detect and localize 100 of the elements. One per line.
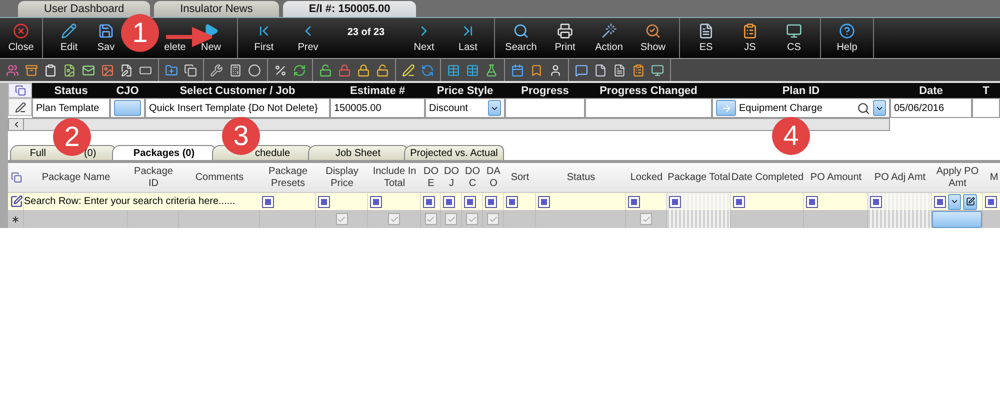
- document-icon[interactable]: [594, 64, 607, 76]
- toolbar-button[interactable]: Help: [825, 18, 869, 58]
- toolbar-button[interactable]: Print: [543, 18, 587, 58]
- filter-field[interactable]: [260, 193, 316, 210]
- monitor-icon[interactable]: [651, 64, 664, 76]
- filter-field[interactable]: [368, 193, 421, 210]
- filter-icon[interactable]: [870, 196, 882, 208]
- text-field[interactable]: Quick Insert Template {Do Not Delete}: [145, 98, 330, 118]
- calendar-icon[interactable]: [511, 64, 524, 76]
- dropdown-button[interactable]: [873, 100, 886, 116]
- filter-icon[interactable]: [423, 196, 435, 208]
- filter-field[interactable]: [932, 193, 983, 210]
- text-field[interactable]: [585, 98, 712, 118]
- clipboard-icon[interactable]: [632, 64, 645, 76]
- filter-field[interactable]: [626, 193, 667, 210]
- edit-button[interactable]: [963, 194, 977, 210]
- filter-icon[interactable]: [443, 196, 455, 208]
- table-icon[interactable]: [447, 64, 460, 76]
- document-tab[interactable]: E/I #: 150005.00: [282, 1, 416, 17]
- person-icon[interactable]: [549, 64, 562, 76]
- column-chooser-icon[interactable]: [10, 172, 22, 183]
- flask-icon[interactable]: [485, 64, 498, 76]
- dropdown-field[interactable]: Discount: [425, 98, 505, 118]
- edit-document-icon[interactable]: [120, 64, 133, 76]
- text-field[interactable]: 05/06/2016: [890, 98, 972, 118]
- image-icon[interactable]: [101, 64, 114, 76]
- note-icon[interactable]: [575, 64, 588, 76]
- filter-field[interactable]: [316, 193, 368, 210]
- filter-icon[interactable]: [985, 196, 997, 208]
- filter-icon[interactable]: [262, 196, 274, 208]
- calculator-icon[interactable]: [229, 64, 242, 76]
- search-row-hint[interactable]: Search Row: Enter your search criteria here......: [24, 193, 260, 210]
- filter-icon[interactable]: [506, 196, 518, 208]
- document-tab[interactable]: User Dashboard: [18, 1, 150, 17]
- filter-field[interactable]: [868, 193, 932, 210]
- dropdown-button[interactable]: [948, 194, 961, 210]
- dropdown-button[interactable]: [488, 100, 501, 116]
- image-file-icon[interactable]: [63, 64, 76, 76]
- rectangle-icon[interactable]: [139, 64, 152, 76]
- filter-field[interactable]: [483, 193, 504, 210]
- toolbar-button[interactable]: Search: [499, 18, 543, 58]
- toolbar-button[interactable]: CS: [772, 18, 816, 58]
- filter-field[interactable]: [667, 193, 731, 210]
- toolbar-button[interactable]: First: [242, 18, 286, 58]
- filter-icon[interactable]: [485, 196, 497, 208]
- filter-icon[interactable]: [806, 196, 818, 208]
- toolbar-button[interactable]: Close: [4, 18, 38, 58]
- text-field[interactable]: Plan Template: [32, 98, 110, 118]
- toolbar-button[interactable]: Prev: [286, 18, 330, 58]
- filter-field[interactable]: [804, 193, 868, 210]
- filter-icon[interactable]: [464, 196, 476, 208]
- circle-icon[interactable]: [248, 64, 261, 76]
- filter-field[interactable]: [536, 193, 626, 210]
- filter-icon[interactable]: [538, 196, 550, 208]
- text-field[interactable]: [972, 98, 1000, 118]
- filter-field[interactable]: [504, 193, 536, 210]
- filter-field[interactable]: [731, 193, 804, 210]
- refresh-icon[interactable]: [421, 64, 434, 76]
- percent-icon[interactable]: [274, 64, 287, 76]
- filter-field[interactable]: [441, 193, 462, 210]
- lock-icon[interactable]: [357, 64, 370, 76]
- section-tab[interactable]: Job Sheet: [308, 145, 408, 160]
- toolbar-button[interactable]: Action: [587, 18, 631, 58]
- toolbar-button[interactable]: JS: [728, 18, 772, 58]
- folder-plus-icon[interactable]: [165, 64, 178, 76]
- toolbar-button[interactable]: ES: [684, 18, 728, 58]
- section-tab[interactable]: Packages (0): [112, 145, 216, 160]
- column-chooser-icon[interactable]: [14, 85, 26, 96]
- lookup-field[interactable]: Equipment Charge: [712, 98, 890, 118]
- text-field[interactable]: [505, 98, 585, 118]
- section-tab[interactable]: Projected vs. Actual: [404, 145, 504, 160]
- toolbar-button[interactable]: Sav: [91, 18, 121, 58]
- go-button[interactable]: [716, 100, 736, 116]
- copy-icon[interactable]: [184, 64, 197, 76]
- document-tab[interactable]: Insulator News: [154, 1, 279, 17]
- filter-field[interactable]: [462, 193, 483, 210]
- lock-icon[interactable]: [338, 64, 351, 76]
- filter-icon[interactable]: [370, 196, 382, 208]
- toolbar-button[interactable]: Edit: [47, 18, 91, 58]
- toolbar-button[interactable]: Show: [631, 18, 675, 58]
- filter-icon[interactable]: [669, 196, 681, 208]
- text-field[interactable]: 150005.00: [330, 98, 425, 118]
- archive-icon[interactable]: [25, 64, 38, 76]
- toolbar-button[interactable]: Last: [446, 18, 490, 58]
- unlock-icon[interactable]: [319, 64, 332, 76]
- pen-icon[interactable]: [402, 64, 415, 76]
- wrench-icon[interactable]: [210, 64, 223, 76]
- bookmark-icon[interactable]: [530, 64, 543, 76]
- document-icon[interactable]: [613, 64, 626, 76]
- filter-icon[interactable]: [628, 196, 640, 208]
- filter-field[interactable]: [983, 193, 1000, 210]
- envelope-icon[interactable]: [82, 64, 95, 76]
- refresh-icon[interactable]: [293, 64, 306, 76]
- toolbar-button[interactable]: Next: [402, 18, 446, 58]
- filter-icon[interactable]: [934, 196, 946, 208]
- filter-icon[interactable]: [733, 196, 745, 208]
- table-icon[interactable]: [466, 64, 479, 76]
- users-icon[interactable]: [6, 64, 19, 76]
- search-icon[interactable]: [857, 102, 870, 114]
- toolbar-button[interactable]: elete: [161, 18, 189, 58]
